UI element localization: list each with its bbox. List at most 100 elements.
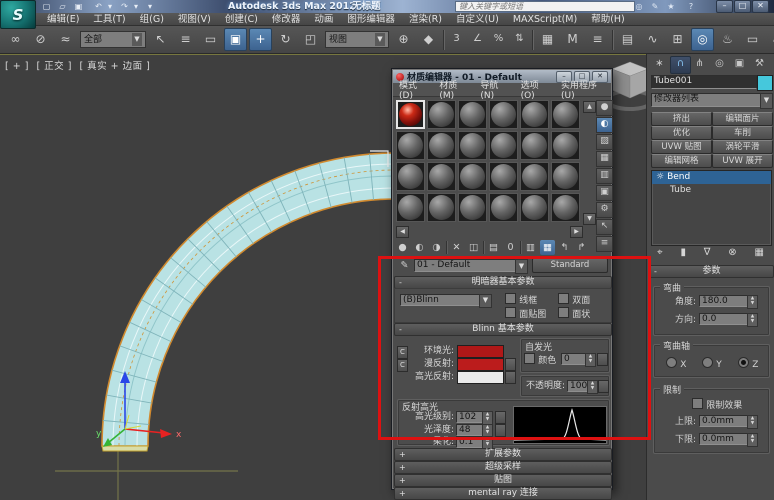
keyboard-override-icon[interactable]: ▦ [536, 28, 559, 51]
select-and-scale-icon[interactable]: ◰ [299, 28, 322, 51]
modifier-button-edit-mesh[interactable]: 编辑网格 [651, 154, 712, 168]
reference-coordinate-dropdown[interactable]: 视图 ▼ [325, 31, 389, 48]
material-slot[interactable] [458, 162, 487, 191]
pin-stack-icon[interactable]: ⌖ [657, 247, 663, 261]
axis-z-radio[interactable] [738, 357, 749, 368]
select-by-name-icon[interactable]: ≡ [174, 28, 197, 51]
modifier-button-extrude[interactable]: 挤出 [651, 112, 712, 126]
select-and-rotate-icon[interactable]: ↻ [274, 28, 297, 51]
material-slot[interactable] [427, 193, 456, 222]
material-type-button[interactable]: Standard [532, 258, 608, 273]
menu-modifiers[interactable]: 修改器 [265, 13, 308, 26]
sample-type-icon[interactable]: ● [596, 100, 613, 116]
backlight-icon[interactable]: ◐ [596, 117, 613, 133]
go-forward-to-sibling-icon[interactable]: ↱ [574, 240, 589, 255]
tube-object[interactable] [102, 151, 395, 451]
select-by-material-icon[interactable]: ↖ [596, 219, 613, 235]
undo-caret-icon[interactable]: ▾ [106, 1, 114, 12]
material-slot[interactable] [489, 162, 518, 191]
maximize-button[interactable]: □ [734, 0, 751, 13]
tab-hierarchy[interactable]: ⋔ [690, 56, 709, 72]
wireframe-checkbox[interactable] [505, 293, 516, 304]
rendered-frame-window-icon[interactable]: ▭ [741, 28, 764, 51]
save-file-icon[interactable]: ▣ [72, 1, 85, 12]
modifier-list-dropdown[interactable]: 修改器列表 [651, 93, 765, 107]
menu-animation[interactable]: 动画 [307, 13, 340, 26]
selfillum-map-button[interactable] [597, 353, 608, 366]
material-slot[interactable] [551, 193, 580, 222]
go-to-parent-icon[interactable]: ↰ [557, 240, 572, 255]
menu-rendering[interactable]: 渲染(R) [402, 13, 449, 26]
modifier-button-unwrap-uvw[interactable]: UVW 展开 [712, 154, 773, 168]
show-end-result-icon[interactable]: ▥ [523, 240, 538, 255]
make-preview-icon[interactable]: ▣ [596, 185, 613, 201]
material-name-dropdown[interactable]: 01 - Default [414, 259, 520, 272]
lower-limit-field[interactable]: 0.0mm [699, 433, 749, 445]
maps-rollout[interactable]: +贴图 [394, 474, 612, 487]
help-icon[interactable]: ? [684, 1, 698, 12]
material-slot[interactable] [489, 131, 518, 160]
rectangular-selection-region-icon[interactable]: ▭ [199, 28, 222, 51]
tab-display[interactable]: ▣ [730, 56, 749, 72]
tab-motion[interactable]: ◎ [710, 56, 729, 72]
diffuse-color-swatch[interactable] [457, 358, 504, 371]
shader-type-dropdown[interactable]: (B)Blinn [400, 294, 484, 306]
specular-map-button[interactable] [505, 371, 516, 384]
undo-icon[interactable]: ↶ [92, 1, 105, 12]
material-slot[interactable] [551, 131, 580, 160]
material-slot[interactable] [551, 162, 580, 191]
material-slot[interactable] [396, 162, 425, 191]
menu-maxscript[interactable]: MAXScript(M) [506, 13, 584, 26]
selfillum-color-checkbox[interactable] [524, 353, 535, 364]
get-material-icon[interactable]: ● [395, 240, 410, 255]
me-menu-options[interactable]: 选项(O) [515, 78, 555, 101]
opacity-spinner[interactable]: ▲▼ [587, 380, 598, 394]
material-slot[interactable] [520, 131, 549, 160]
select-object-icon[interactable]: ↖ [149, 28, 172, 51]
modifier-button-optimize[interactable]: 优化 [651, 126, 712, 140]
show-map-in-viewport-icon[interactable]: ▦ [540, 240, 555, 255]
material-slot[interactable] [427, 162, 456, 191]
open-file-icon[interactable]: ▱ [56, 1, 69, 12]
menu-views[interactable]: 视图(V) [171, 13, 218, 26]
angle-spinner[interactable]: ▲▼ [747, 295, 758, 309]
render-production-icon[interactable]: ♨ [766, 28, 774, 51]
chevron-down-icon[interactable]: ▼ [479, 294, 492, 308]
minimize-button[interactable]: – [716, 0, 733, 13]
material-slot[interactable] [489, 193, 518, 222]
material-slot[interactable] [427, 131, 456, 160]
options-icon[interactable]: ⚙ [596, 202, 613, 218]
show-end-result-icon[interactable]: ▮ [680, 247, 686, 261]
me-menu-modes[interactable]: 模式(D) [393, 78, 433, 101]
slots-scroll-left[interactable]: ◀ [396, 226, 409, 238]
reset-map-icon[interactable]: ✕ [449, 240, 464, 255]
chevron-down-icon[interactable]: ▼ [760, 93, 773, 109]
assign-material-to-selection-icon[interactable]: ◑ [429, 240, 444, 255]
material-id-channel-icon[interactable]: 0 [503, 240, 518, 255]
material-slot[interactable] [520, 193, 549, 222]
material-slot[interactable] [551, 100, 580, 129]
mirror-icon[interactable]: M [561, 28, 584, 51]
schematic-view-icon[interactable]: ⊞ [666, 28, 689, 51]
modifier-button-turbosmooth[interactable]: 涡轮平滑 [712, 140, 773, 154]
render-setup-icon[interactable]: ♨ [716, 28, 739, 51]
layer-manager-icon[interactable]: ▤ [616, 28, 639, 51]
material-slot[interactable] [458, 193, 487, 222]
window-crossing-icon[interactable]: ▣ [224, 28, 247, 51]
select-and-manipulate-icon[interactable]: ◆ [417, 28, 440, 51]
percent-snap-icon[interactable]: % [489, 28, 508, 51]
make-unique-icon[interactable]: ∇ [704, 247, 711, 261]
axis-x-radio[interactable] [666, 357, 677, 368]
menu-edit[interactable]: 编辑(E) [40, 13, 86, 26]
put-to-library-icon[interactable]: ▤ [486, 240, 501, 255]
star-icon[interactable]: ★ [664, 1, 678, 12]
menu-help[interactable]: 帮助(H) [584, 13, 632, 26]
modifier-button-lathe[interactable]: 车削 [712, 126, 773, 140]
remove-modifier-icon[interactable]: ⊗ [728, 247, 736, 261]
selfillum-spinner[interactable]: ▲▼ [585, 353, 596, 367]
redo-icon[interactable]: ↷ [118, 1, 131, 12]
me-menu-material[interactable]: 材质(M) [433, 78, 474, 101]
pick-material-eyedropper-icon[interactable]: ✎ [397, 258, 412, 273]
ambient-color-swatch[interactable] [457, 345, 504, 358]
menu-group[interactable]: 组(G) [133, 13, 171, 26]
